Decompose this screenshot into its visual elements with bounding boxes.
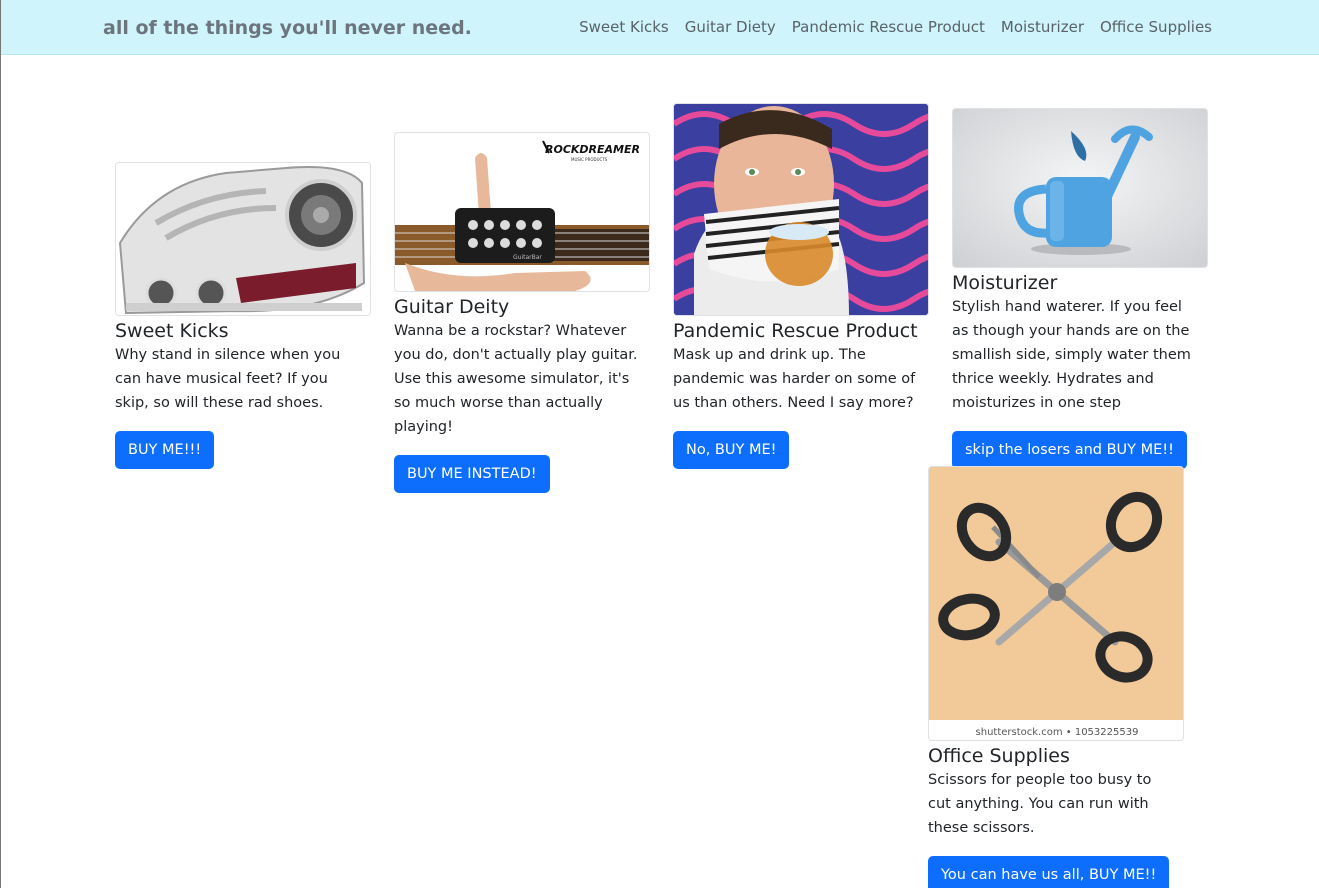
svg-text:GuitarBar: GuitarBar [513,254,542,261]
nav-links: Sweet Kicks Guitar Diety Pandemic Rescue… [579,18,1212,36]
watering-can-mug-image [952,108,1208,268]
buy-us-all-button[interactable]: You can have us all, BUY ME!! [928,856,1170,888]
product-card-sweet-kicks: Sweet Kicks Why stand in silence when yo… [115,162,371,469]
product-card-pandemic-rescue-product: Pandemic Rescue Product Mask up and drin… [673,103,929,469]
nav-link-sweet-kicks[interactable]: Sweet Kicks [579,18,669,36]
guitar-simulator-image: GuitarBar ROCKDREAMER MUSIC PRODUCTS [394,132,650,292]
no-buy-me-button[interactable]: No, BUY ME! [673,431,790,469]
product-card-moisturizer: Moisturizer Stylish hand waterer. If you… [952,108,1208,469]
cross-scissors-image: shutterstock.com • 1053225539 [928,466,1184,741]
product-card-office-supplies: shutterstock.com • 1053225539 Office Sup… [928,466,1184,888]
nav-link-pandemic-rescue-product[interactable]: Pandemic Rescue Product [792,18,985,36]
nav-link-office-supplies[interactable]: Office Supplies [1100,18,1212,36]
svg-text:MUSIC PRODUCTS: MUSIC PRODUCTS [571,157,608,162]
product-title: Office Supplies [928,745,1070,767]
product-card-guitar-deity: GuitarBar ROCKDREAMER MUSIC PRODUCTS Gui… [394,132,650,493]
nav-link-moisturizer[interactable]: Moisturizer [1001,18,1084,36]
navbar-brand[interactable]: all of the things you'll never need. [103,17,472,39]
product-description: Mask up and drink up. The pandemic was h… [673,347,916,411]
nav-link-guitar-diety[interactable]: Guitar Diety [685,18,776,36]
rockdreamer-logo: ROCKDREAMER [545,143,640,156]
shutterstock-watermark: shutterstock.com • 1053225539 [976,727,1139,738]
product-description: Why stand in silence when you can have m… [115,347,341,411]
navbar: all of the things you'll never need. Swe… [1,0,1319,55]
sneaker-image [115,162,371,316]
product-title: Moisturizer [952,272,1058,294]
drinking-mask-image [673,103,929,316]
product-description: Stylish hand waterer. If you feel as tho… [952,299,1191,411]
product-description: Scissors for people too busy to cut anyt… [928,772,1152,836]
buy-instead-button[interactable]: BUY ME INSTEAD! [394,455,550,493]
product-title: Guitar Deity [394,296,510,318]
product-title: Sweet Kicks [115,320,229,342]
buy-button[interactable]: BUY ME!!! [115,431,215,469]
product-description: Wanna be a rockstar? Whatever you do, do… [394,323,638,435]
product-title: Pandemic Rescue Product [673,320,918,342]
skip-losers-buy-button[interactable]: skip the losers and BUY ME!! [952,431,1187,469]
